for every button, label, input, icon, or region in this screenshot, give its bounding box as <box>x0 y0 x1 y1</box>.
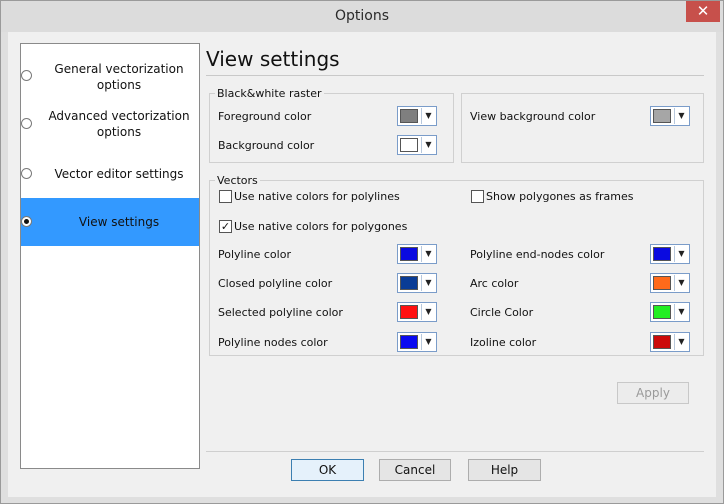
color-swatch <box>400 276 418 290</box>
native-polygones-checkbox[interactable]: ✓ <box>219 220 232 233</box>
close-button[interactable]: ✕ <box>686 1 720 22</box>
chevron-down-icon[interactable]: ▼ <box>421 334 435 350</box>
title-bar[interactable]: Options ✕ <box>1 1 723 32</box>
color-swatch <box>400 247 418 261</box>
show-polygones-frames-checkbox[interactable] <box>471 190 484 203</box>
sidebar-item-advanced-vectorization[interactable]: Advanced vectorization options <box>21 104 199 144</box>
radio-icon[interactable] <box>21 216 32 227</box>
polyline-nodes-color-picker[interactable]: ▼ <box>397 332 437 352</box>
raster-group: Black&white raster Foreground color ▼ Ba… <box>209 87 454 163</box>
color-swatch <box>653 335 671 349</box>
chevron-down-icon[interactable]: ▼ <box>421 108 435 124</box>
sidebar-item-label: Vector editor settings <box>54 167 184 181</box>
foreground-color-picker[interactable]: ▼ <box>397 106 437 126</box>
page-title: View settings <box>206 47 340 71</box>
color-swatch <box>653 305 671 319</box>
color-swatch <box>400 305 418 319</box>
izoline-color-label: Izoline color <box>470 336 537 349</box>
chevron-down-icon[interactable]: ▼ <box>674 275 688 291</box>
dialog-body: General vectorization options Advanced v… <box>8 32 716 497</box>
window-title: Options <box>334 8 390 24</box>
chevron-down-icon[interactable]: ▼ <box>421 304 435 320</box>
chevron-down-icon[interactable]: ▼ <box>674 304 688 320</box>
chevron-down-icon[interactable]: ▼ <box>674 108 688 124</box>
chevron-down-icon[interactable]: ▼ <box>421 246 435 262</box>
show-polygones-frames-label[interactable]: Show polygones as frames <box>486 190 633 203</box>
color-swatch <box>653 109 671 123</box>
radio-icon[interactable] <box>21 118 32 129</box>
group-label: Vectors <box>215 174 260 187</box>
circle-color-picker[interactable]: ▼ <box>650 302 690 322</box>
color-swatch <box>400 335 418 349</box>
sidebar-item-general-vectorization[interactable]: General vectorization options <box>21 56 199 96</box>
divider <box>206 75 704 76</box>
native-polylines-label[interactable]: Use native colors for polylines <box>234 190 400 203</box>
foreground-color-label: Foreground color <box>218 110 312 123</box>
sidebar-item-label: General vectorization options <box>54 62 184 92</box>
native-polylines-checkbox[interactable] <box>219 190 232 203</box>
closed-polyline-color-label: Closed polyline color <box>218 277 333 290</box>
ok-button[interactable]: OK <box>291 459 364 481</box>
native-polygones-label[interactable]: Use native colors for polygones <box>234 220 407 233</box>
polyline-nodes-color-label: Polyline nodes color <box>218 336 328 349</box>
sidebar-item-label: Advanced vectorization options <box>48 109 190 139</box>
color-swatch <box>400 138 418 152</box>
izoline-color-picker[interactable]: ▼ <box>650 332 690 352</box>
polyline-end-nodes-color-picker[interactable]: ▼ <box>650 244 690 264</box>
radio-icon[interactable] <box>21 168 32 179</box>
chevron-down-icon[interactable]: ▼ <box>421 275 435 291</box>
divider <box>206 451 704 452</box>
sidebar-item-vector-editor[interactable]: Vector editor settings <box>21 154 199 194</box>
view-background-color-label: View background color <box>470 110 596 123</box>
sidebar-item-label: View settings <box>78 215 160 229</box>
help-button[interactable]: Help <box>468 459 541 481</box>
options-window: Options ✕ General vectorization options … <box>0 0 724 504</box>
selected-polyline-color-picker[interactable]: ▼ <box>397 302 437 322</box>
radio-icon[interactable] <box>21 70 32 81</box>
chevron-down-icon[interactable]: ▼ <box>421 137 435 153</box>
group-label: Black&white raster <box>215 87 324 100</box>
polyline-color-label: Polyline color <box>218 248 291 261</box>
polyline-end-nodes-color-label: Polyline end-nodes color <box>470 248 605 261</box>
apply-button[interactable]: Apply <box>617 382 689 404</box>
view-background-group: View background color ▼ <box>461 93 704 163</box>
sidebar-item-view-settings[interactable]: View settings <box>21 198 199 246</box>
close-icon: ✕ <box>696 2 710 20</box>
circle-color-label: Circle Color <box>470 306 534 319</box>
vectors-group: Vectors Use native colors for polylines … <box>209 174 704 356</box>
color-swatch <box>653 247 671 261</box>
background-color-picker[interactable]: ▼ <box>397 135 437 155</box>
arc-color-label: Arc color <box>470 277 519 290</box>
color-swatch <box>400 109 418 123</box>
view-background-color-picker[interactable]: ▼ <box>650 106 690 126</box>
options-sidebar: General vectorization options Advanced v… <box>20 43 200 469</box>
closed-polyline-color-picker[interactable]: ▼ <box>397 273 437 293</box>
chevron-down-icon[interactable]: ▼ <box>674 246 688 262</box>
cancel-button[interactable]: Cancel <box>379 459 451 481</box>
arc-color-picker[interactable]: ▼ <box>650 273 690 293</box>
color-swatch <box>653 276 671 290</box>
chevron-down-icon[interactable]: ▼ <box>674 334 688 350</box>
polyline-color-picker[interactable]: ▼ <box>397 244 437 264</box>
background-color-label: Background color <box>218 139 315 152</box>
selected-polyline-color-label: Selected polyline color <box>218 306 343 319</box>
